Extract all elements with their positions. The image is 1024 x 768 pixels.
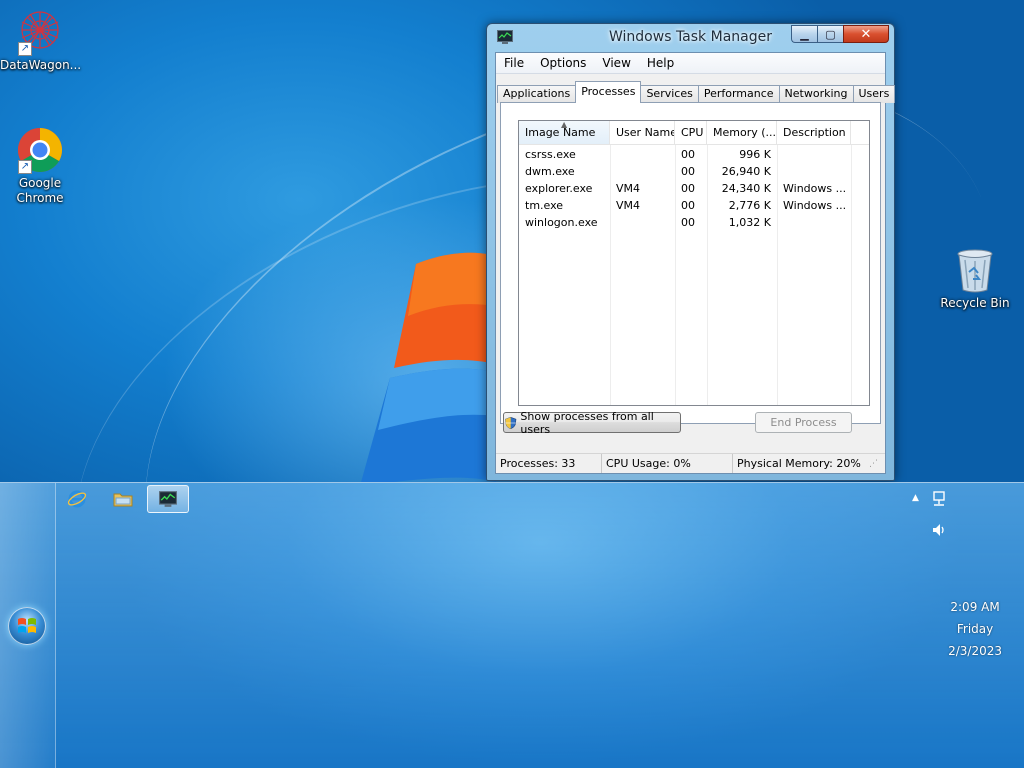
minimize-button[interactable]: ▁ [791, 25, 817, 43]
status-cpu-usage: CPU Usage: 0% [602, 454, 733, 473]
table-row[interactable]: explorer.exe VM4 00 24,340 K Windows ... [519, 180, 869, 197]
menu-options[interactable]: Options [532, 56, 594, 70]
tab-performance[interactable]: Performance [697, 85, 780, 103]
status-process-count: Processes: 33 [496, 454, 602, 473]
volume-icon[interactable] [931, 522, 947, 538]
cell-image-name: tm.exe [525, 199, 564, 212]
cell-memory: 996 K [739, 148, 771, 161]
taskbar-windows-explorer[interactable] [102, 485, 144, 513]
windows-explorer-icon [113, 493, 133, 507]
tab-applications[interactable]: Applications [497, 85, 577, 103]
show-hidden-icons-button[interactable]: ▲ [912, 493, 919, 503]
clock-date: 2/3/2023 [948, 644, 1002, 658]
cell-user-name [610, 146, 675, 163]
resize-grip-icon[interactable]: ⋰ [869, 454, 883, 473]
maximize-icon: ▢ [825, 27, 836, 41]
cell-cpu: 00 [681, 216, 695, 229]
taskbar: ▲ 2:09 AM Friday 2/3/2023 [0, 482, 1024, 768]
task-manager-window[interactable]: Windows Task Manager ▁ ▢ ✕ File Options … [486, 23, 896, 481]
cell-description: Windows ... [783, 182, 847, 195]
menu-bar: File Options View Help [496, 53, 885, 74]
close-button[interactable]: ✕ [843, 25, 889, 43]
cell-image-name: winlogon.exe [525, 216, 598, 229]
desktop-icon-label: Google Chrome [16, 176, 64, 205]
cell-cpu: 00 [681, 182, 695, 195]
network-icon[interactable] [931, 491, 947, 507]
tab-strip: Applications Processes Services Performa… [497, 81, 896, 103]
desktop-icon-google-chrome[interactable]: ↗ Google Chrome [0, 126, 80, 206]
maximize-button[interactable]: ▢ [817, 25, 843, 43]
desktop-icon-label: Recycle Bin [940, 296, 1010, 310]
minimize-icon: ▁ [800, 27, 809, 41]
table-row[interactable]: dwm.exe 00 26,940 K [519, 163, 869, 180]
uac-shield-icon [505, 416, 517, 429]
desktop-icon-datawagon[interactable]: ↗ DataWagon... [0, 8, 82, 73]
cell-memory: 26,940 K [721, 165, 771, 178]
clock-time: 2:09 AM [950, 600, 1000, 614]
desktop-icon-label: DataWagon... [0, 58, 82, 72]
cell-user-name: VM4 [616, 182, 641, 195]
cell-description [777, 214, 851, 231]
process-list-header: ▲ Image Name User Name CPU Memory (... D… [519, 121, 869, 145]
cell-memory: 24,340 K [721, 182, 771, 195]
window-client-area: File Options View Help Applications Proc… [495, 52, 896, 474]
sort-ascending-icon: ▲ [561, 121, 568, 129]
show-all-processes-button[interactable]: Show processes from all users [503, 410, 681, 436]
column-header-cpu[interactable]: CPU [675, 121, 707, 144]
cell-description [777, 163, 851, 180]
column-header-user-name[interactable]: User Name [610, 121, 675, 144]
shortcut-arrow-icon: ↗ [18, 160, 32, 174]
recycle-bin-icon [957, 249, 993, 293]
cell-user-name [610, 214, 675, 231]
column-header-image-name[interactable]: ▲ Image Name [519, 121, 610, 144]
column-header-description[interactable]: Description [777, 121, 851, 144]
column-header-memory[interactable]: Memory (... [707, 121, 777, 144]
start-button[interactable] [8, 607, 46, 645]
tab-services[interactable]: Services [640, 85, 699, 103]
table-row[interactable]: csrss.exe 00 996 K [519, 146, 869, 163]
cell-description [777, 146, 851, 163]
cell-description: Windows ... [783, 199, 847, 212]
tab-networking[interactable]: Networking [778, 85, 854, 103]
end-process-button[interactable]: End Process [755, 412, 852, 433]
cell-memory: 1,032 K [728, 216, 771, 229]
windows-logo-flag [361, 252, 496, 482]
windows-logo-icon [18, 618, 36, 633]
tab-processes[interactable]: Processes [575, 81, 642, 103]
menu-view[interactable]: View [594, 56, 638, 70]
cell-memory: 2,776 K [728, 199, 771, 212]
tab-users[interactable]: Users [852, 85, 896, 103]
table-row[interactable]: tm.exe VM4 00 2,776 K Windows ... [519, 197, 869, 214]
task-manager-icon [159, 491, 177, 507]
menu-file[interactable]: File [496, 56, 532, 70]
cell-user-name: VM4 [616, 199, 641, 212]
cell-cpu: 00 [681, 199, 695, 212]
taskbar-clock[interactable]: 2:09 AM Friday 2/3/2023 [948, 596, 1002, 662]
shortcut-arrow-icon: ↗ [18, 42, 32, 56]
cell-cpu: 00 [681, 165, 695, 178]
taskbar-task-manager[interactable] [147, 485, 189, 513]
internet-explorer-icon [67, 490, 87, 508]
clock-day: Friday [956, 622, 994, 636]
desktop-icon-recycle-bin[interactable]: Recycle Bin [935, 246, 1015, 311]
status-bar: Processes: 33 CPU Usage: 0% Physical Mem… [496, 453, 885, 473]
processes-tab-panel: ▲ Image Name User Name CPU Memory (... D… [500, 102, 881, 436]
taskbar-internet-explorer[interactable] [56, 485, 98, 513]
cell-cpu: 00 [681, 148, 695, 161]
close-icon: ✕ [860, 26, 872, 42]
status-physical-memory: Physical Memory: 20% [737, 457, 861, 470]
cell-image-name: dwm.exe [525, 165, 575, 178]
table-row[interactable]: winlogon.exe 00 1,032 K [519, 214, 869, 231]
cell-image-name: csrss.exe [525, 148, 576, 161]
menu-help[interactable]: Help [639, 56, 682, 70]
cell-image-name: explorer.exe [525, 182, 593, 195]
cell-user-name [610, 163, 675, 180]
title-bar[interactable]: Windows Task Manager ▁ ▢ ✕ [487, 24, 894, 52]
process-list[interactable]: ▲ Image Name User Name CPU Memory (... D… [518, 120, 870, 406]
